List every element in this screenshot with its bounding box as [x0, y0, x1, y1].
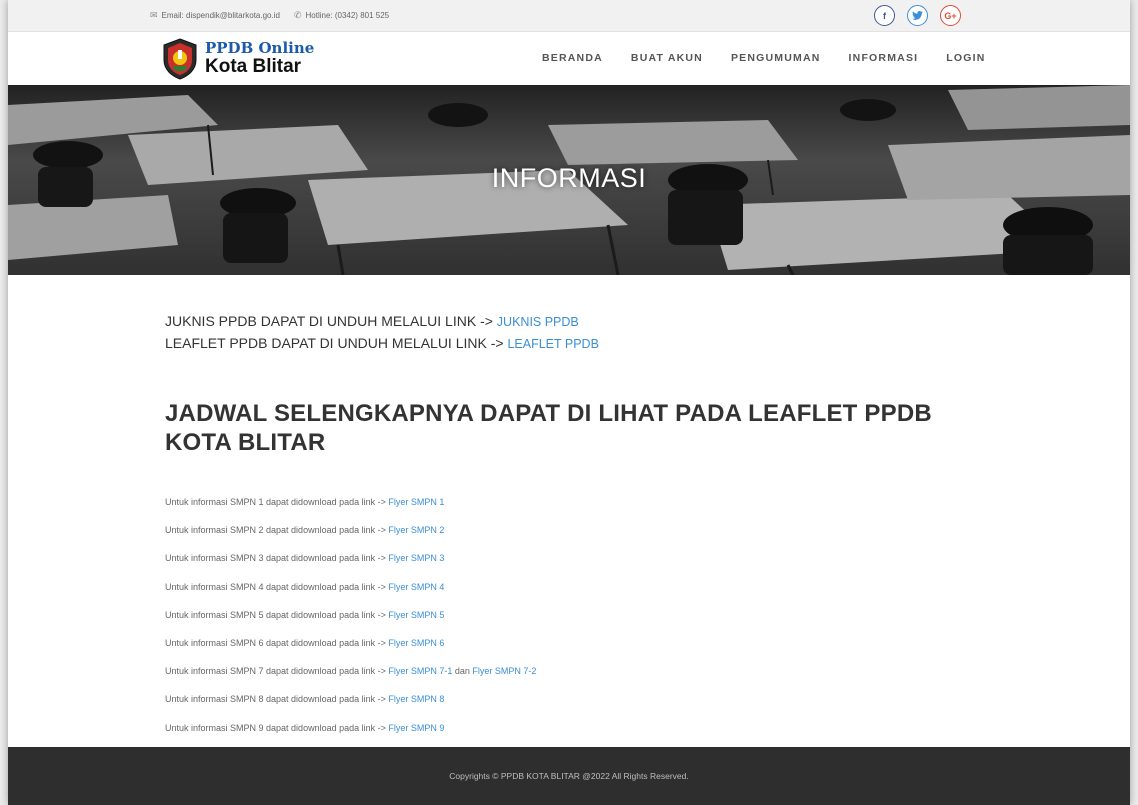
city-emblem-icon — [163, 38, 197, 80]
google-plus-icon[interactable]: G+ — [940, 5, 961, 26]
flyer-link[interactable]: Flyer SMPN 2 — [388, 525, 444, 535]
list-item-text: Untuk informasi SMPN 2 dapat didownload … — [165, 525, 389, 536]
flyer-link[interactable]: Flyer SMPN 4 — [388, 582, 444, 592]
juknis-text: JUKNIS PPDB DAPAT DI UNDUH MELALUI LINK … — [165, 313, 497, 329]
list-item-text: Untuk informasi SMPN 8 dapat didownload … — [165, 694, 389, 705]
nav-buat-akun[interactable]: BUAT AKUN — [631, 52, 703, 64]
smpn-flyer-list: Untuk informasi SMPN 1 dapat didownload … — [165, 497, 1130, 751]
site-logo[interactable]: PPDB Online Kota Blitar — [161, 38, 314, 80]
brand-line-2: Kota Blitar — [205, 56, 302, 77]
list-item: Untuk informasi SMPN 1 dapat didownload … — [165, 497, 1130, 525]
list-item: Untuk informasi SMPN 5 dapat didownload … — [165, 610, 1130, 638]
brand-line-1: PPDB Online — [205, 39, 315, 57]
flyer-link[interactable]: Flyer SMPN 5 — [388, 610, 444, 620]
list-item-text: Untuk informasi SMPN 4 dapat didownload … — [165, 581, 389, 592]
phone-icon: ✆ — [293, 10, 302, 20]
facebook-icon[interactable]: f — [874, 5, 895, 26]
flyer-link[interactable]: Flyer SMPN 9 — [388, 723, 444, 733]
top-info-bar: ✉ Email: dispendik@blitarkota.go.id ✆ Ho… — [8, 0, 1130, 32]
list-item: Untuk informasi SMPN 4 dapat didownload … — [165, 582, 1130, 610]
main-nav: BERANDA BUAT AKUN PENGUMUMAN INFORMASI L… — [542, 52, 986, 64]
flyer-link[interactable]: Flyer SMPN 6 — [388, 638, 444, 648]
nav-informasi[interactable]: INFORMASI — [849, 52, 919, 64]
site-header: PPDB Online Kota Blitar BERANDA BUAT AKU… — [8, 32, 1130, 85]
conjunction-text: dan — [452, 666, 473, 677]
copyright-text: Copyrights © PPDB KOTA BLITAR @2022 All … — [449, 771, 689, 781]
hero-banner: INFORMASI — [8, 85, 1130, 275]
leaflet-text: LEAFLET PPDB DAPAT DI UNDUH MELALUI LINK… — [165, 335, 508, 351]
hotline-info: ✆ Hotline: (0342) 801 525 — [294, 10, 389, 21]
page-title: INFORMASI — [491, 163, 647, 193]
flyer-link[interactable]: Flyer SMPN 3 — [388, 553, 444, 563]
list-item-text: Untuk informasi SMPN 6 dapat didownload … — [165, 637, 389, 648]
hotline-text: Hotline: (0342) 801 525 — [305, 11, 390, 20]
social-links: f G+ — [874, 5, 973, 26]
list-item-text: Untuk informasi SMPN 7 dapat didownload … — [165, 666, 389, 677]
list-item: Untuk informasi SMPN 8 dapat didownload … — [165, 694, 1130, 722]
nav-login[interactable]: LOGIN — [946, 52, 985, 64]
leaflet-download-line: LEAFLET PPDB DAPAT DI UNDUH MELALUI LINK… — [165, 333, 1130, 355]
schedule-heading: JADWAL SELENGKAPNYA DAPAT DI LIHAT PADA … — [165, 400, 932, 456]
flyer-link[interactable]: Flyer SMPN 1 — [388, 497, 444, 507]
list-item-text: Untuk informasi SMPN 5 dapat didownload … — [165, 609, 389, 620]
flyer-link-2[interactable]: Flyer SMPN 7-2 — [472, 666, 536, 676]
list-item: Untuk informasi SMPN 7 dapat didownload … — [165, 666, 1130, 694]
flyer-link[interactable]: Flyer SMPN 8 — [388, 694, 444, 704]
list-item: Untuk informasi SMPN 3 dapat didownload … — [165, 553, 1130, 581]
nav-beranda[interactable]: BERANDA — [542, 52, 603, 64]
site-footer: Copyrights © PPDB KOTA BLITAR @2022 All … — [8, 747, 1130, 805]
page-frame: ✉ Email: dispendik@blitarkota.go.id ✆ Ho… — [8, 0, 1130, 805]
juknis-download-line: JUKNIS PPDB DAPAT DI UNDUH MELALUI LINK … — [165, 311, 1130, 333]
juknis-link[interactable]: JUKNIS PPDB — [497, 315, 579, 329]
main-content: JUKNIS PPDB DAPAT DI UNDUH MELALUI LINK … — [8, 275, 1130, 751]
nav-pengumuman[interactable]: PENGUMUMAN — [731, 52, 821, 64]
email-info: ✉ Email: dispendik@blitarkota.go.id — [150, 10, 280, 21]
list-item-text: Untuk informasi SMPN 1 dapat didownload … — [165, 497, 389, 507]
list-item-text: Untuk informasi SMPN 9 dapat didownload … — [165, 722, 389, 733]
leaflet-link[interactable]: LEAFLET PPDB — [507, 337, 598, 351]
list-item: Untuk informasi SMPN 6 dapat didownload … — [165, 638, 1130, 666]
list-item-text: Untuk informasi SMPN 3 dapat didownload … — [165, 553, 389, 564]
email-text: Email: dispendik@blitarkota.go.id — [161, 11, 280, 20]
twitter-icon[interactable] — [907, 5, 928, 26]
list-item: Untuk informasi SMPN 2 dapat didownload … — [165, 525, 1130, 553]
mail-icon: ✉ — [150, 10, 158, 20]
flyer-link[interactable]: Flyer SMPN 7-1 — [388, 666, 452, 676]
